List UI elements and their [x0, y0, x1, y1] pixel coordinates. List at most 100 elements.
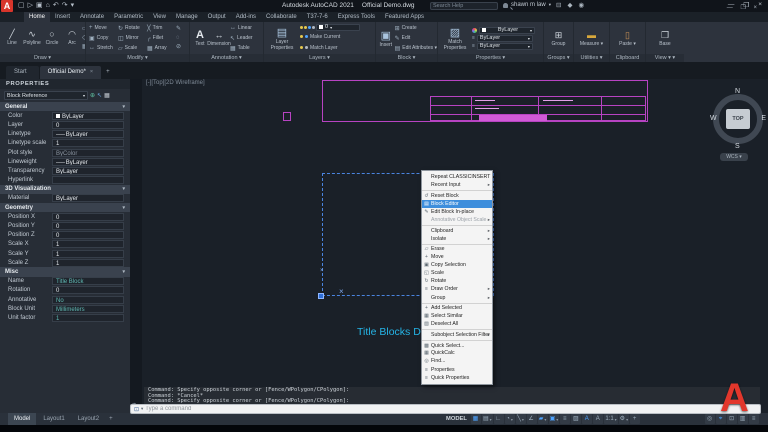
ribbon-tab[interactable]: Collaborate: [261, 12, 302, 22]
command-options-icon[interactable]: ⊡: [134, 406, 139, 413]
context-menu-item[interactable]: ≡Quick Properties: [422, 374, 492, 382]
chevron-down-icon[interactable]: ▾: [141, 406, 143, 412]
palette-side-bar[interactable]: [130, 79, 142, 413]
file-tab[interactable]: Start: [6, 66, 39, 79]
measure-button[interactable]: ▬Measure ▾: [582, 23, 602, 53]
layout-tab[interactable]: Layout1: [37, 413, 70, 425]
context-menu-item[interactable]: +Move: [422, 253, 492, 261]
linetype-dropdown[interactable]: ByLayer▾: [477, 43, 533, 50]
context-menu-item[interactable]: ▦Select Similar: [422, 312, 492, 320]
account-area[interactable]: shawn m law ▾: [503, 2, 551, 8]
property-row[interactable]: Geometry: [0, 203, 130, 212]
ribbon-tab[interactable]: Manage: [171, 12, 203, 22]
file-tab-close-icon[interactable]: ×: [90, 66, 93, 79]
context-menu-item[interactable]: ▦QuickCalc: [422, 349, 492, 357]
model-space-label[interactable]: MODEL: [446, 416, 467, 422]
context-menu-item[interactable]: ✎Edit Block In-place: [422, 208, 492, 216]
palette-title[interactable]: PROPERTIES: [0, 79, 130, 89]
file-tab[interactable]: Official Demo*×: [40, 66, 101, 79]
context-menu-item[interactable]: ▧Deselect All: [422, 320, 492, 328]
text-button[interactable]: AText: [192, 23, 208, 53]
ribbon-tab[interactable]: View: [148, 12, 171, 22]
command-input-bar[interactable]: ⊡ ▾: [130, 404, 761, 414]
property-row[interactable]: MaterialByLayer: [0, 194, 130, 203]
context-menu-item[interactable]: ↺Reset Block: [422, 190, 492, 200]
viewcube-south[interactable]: S: [735, 143, 740, 150]
panel-label-block[interactable]: Block ▾: [376, 54, 437, 62]
object-type-dropdown[interactable]: Block Reference▾: [4, 91, 88, 100]
context-menu-item[interactable]: ▱Erase: [422, 244, 492, 254]
open-file-icon[interactable]: ▷: [28, 1, 33, 11]
status-toggle[interactable]: A: [593, 414, 603, 424]
layer-freeze-icon[interactable]: [304, 26, 307, 29]
property-row[interactable]: AnnotativeNo: [0, 295, 130, 304]
search-input[interactable]: [431, 3, 506, 9]
property-row[interactable]: Position X0: [0, 212, 130, 221]
context-menu-item[interactable]: ▤Block Editor: [422, 200, 492, 208]
property-row[interactable]: Layer0: [0, 120, 130, 129]
ribbon-tab[interactable]: Annotate: [75, 12, 109, 22]
property-row[interactable]: Unit factor1: [0, 313, 130, 322]
make-current-button[interactable]: Make Current: [300, 32, 360, 42]
status-toggle[interactable]: ⚙▾: [619, 414, 629, 424]
panel-label-utilities[interactable]: Utilities ▾: [574, 54, 609, 62]
ribbon-tab[interactable]: Featured Apps: [380, 12, 429, 22]
property-row[interactable]: LinetypeByLayer: [0, 130, 130, 139]
paste-button[interactable]: ▯Paste ▾: [618, 23, 638, 53]
modify-tool-button[interactable]: +Move: [89, 23, 118, 33]
file-tab[interactable]: +: [102, 66, 118, 79]
insert-button[interactable]: ▣Insert: [377, 28, 395, 49]
context-menu-item[interactable]: ▩Quick Select...: [422, 340, 492, 350]
layout-tab[interactable]: +: [106, 413, 116, 425]
status-toggle[interactable]: ∟: [494, 414, 504, 424]
property-row[interactable]: Scale Y1: [0, 249, 130, 258]
modify-tool-button[interactable]: ↻Rotate: [118, 23, 147, 33]
layer-properties-button[interactable]: ▤Layer Properties: [266, 25, 298, 51]
property-row[interactable]: ColorByLayer: [0, 111, 130, 120]
status-toggle[interactable]: ▦: [471, 414, 481, 424]
user-dropdown-icon[interactable]: ▾: [549, 2, 551, 8]
context-menu-item[interactable]: ↻Rotate: [422, 277, 492, 285]
context-menu-item[interactable]: Repeat CLASSICINSERT: [422, 173, 492, 181]
layout-tab[interactable]: Layout2: [72, 413, 105, 425]
plot-icon[interactable]: ⌂: [46, 1, 50, 11]
modify-tool-button[interactable]: ╳Trim: [147, 23, 176, 33]
ribbon-tab[interactable]: Express Tools: [333, 12, 380, 22]
property-row[interactable]: Position Z0: [0, 231, 130, 240]
property-row[interactable]: TransparencyByLayer: [0, 166, 130, 175]
modify-tool-button[interactable]: ▱Scale: [118, 43, 147, 53]
property-row[interactable]: Hyperlink: [0, 176, 130, 185]
draw-extra-icon[interactable]: ▦: [82, 43, 85, 52]
new-file-icon[interactable]: ▢: [18, 1, 25, 11]
layer-on-icon[interactable]: [300, 26, 303, 29]
property-row[interactable]: 3D Visualization: [0, 185, 130, 194]
draw-tool-button[interactable]: ◠Arc: [62, 22, 82, 52]
property-row[interactable]: Block UnitMillimeters: [0, 304, 130, 313]
dimension-button[interactable]: ↔Dimension: [208, 23, 230, 53]
status-toggle[interactable]: ≡: [749, 414, 759, 424]
context-menu-item[interactable]: ≡Draw Order▸: [422, 285, 492, 293]
context-menu-item[interactable]: Subobject Selection Filter▸: [422, 329, 492, 339]
modify-extra-icon[interactable]: ◌: [176, 34, 181, 43]
viewcube-top-face[interactable]: TOP: [726, 109, 750, 129]
status-toggle[interactable]: ◔▾: [505, 414, 515, 424]
ribbon-tab[interactable]: T37-7-6: [302, 12, 333, 22]
block-tool-button[interactable]: ⊞Create: [395, 23, 437, 33]
status-toggle[interactable]: ∠: [527, 414, 537, 424]
drawing-window-controls[interactable]: — ❒ ×: [727, 4, 760, 11]
panel-label-clipboard[interactable]: Clipboard: [610, 54, 645, 62]
selection-grip[interactable]: [318, 293, 324, 299]
draw-tool-button[interactable]: ∿Polyline: [22, 22, 42, 52]
status-toggle[interactable]: ▨: [571, 414, 581, 424]
ribbon-tab[interactable]: Home: [24, 12, 50, 22]
annotation-tool-button[interactable]: ↔Linear: [230, 23, 253, 33]
context-menu-item[interactable]: ≡Properties: [422, 366, 492, 374]
property-row[interactable]: General: [0, 102, 130, 111]
context-menu-item[interactable]: ▣Copy Selection: [422, 261, 492, 269]
panel-label-layers[interactable]: Layers ▾: [264, 54, 375, 62]
group-button[interactable]: ⊞Group: [549, 23, 569, 53]
ribbon-tab[interactable]: Insert: [50, 12, 75, 22]
context-menu-item[interactable]: Clipboard▸: [422, 225, 492, 235]
property-row[interactable]: Plot styleByColor: [0, 148, 130, 157]
status-toggle[interactable]: ▰▾: [538, 414, 548, 424]
